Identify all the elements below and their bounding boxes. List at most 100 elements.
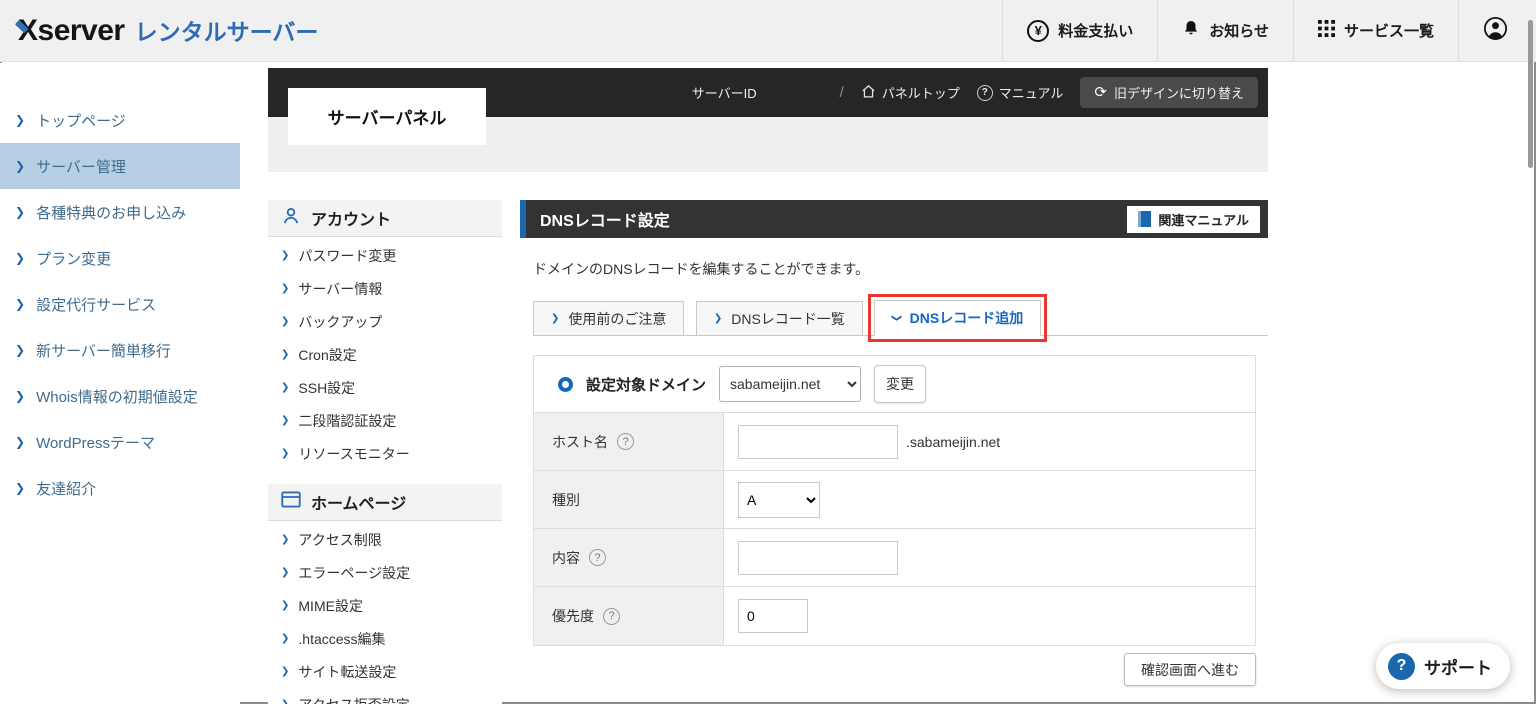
content-label: 内容 [552,549,580,566]
manual-link[interactable]: ? マニュアル [976,83,1064,102]
menu-item-site-redirect[interactable]: サイト転送設定 [268,655,502,688]
sidebar-item-label: WordPressテーマ [36,434,155,452]
priority-input[interactable] [738,599,808,633]
chevron-right-icon [281,535,289,545]
chevron-right-icon [714,314,722,324]
help-icon[interactable]: ? [603,607,620,625]
services-menu-item[interactable]: サービス一覧 [1292,0,1458,61]
radio-dot-icon [558,376,573,392]
services-label: サービス一覧 [1343,23,1434,40]
help-icon[interactable]: ? [589,549,606,566]
content-input[interactable] [738,540,898,575]
menu-item-mime[interactable]: MIME設定 [268,589,502,622]
support-button[interactable]: ? サポート [1376,643,1510,689]
chevron-right-icon [281,568,289,578]
sidebar-item-setup-agency[interactable]: 設定代行サービス [0,281,240,327]
payment-label: 料金支払い [1058,23,1134,40]
hostname-label: ホスト名 [552,433,608,450]
related-manual-label: 関連マニュアル [1158,212,1249,228]
chevron-right-icon [281,449,289,459]
change-domain-button[interactable]: 変更 [874,365,927,403]
chevron-right-icon [281,667,289,677]
header-menu: ¥ 料金支払い お知らせ サービス一覧 [1002,0,1536,61]
tab-dns-record-list[interactable]: DNSレコード一覧 [695,301,863,336]
menu-item-two-factor[interactable]: 二段階認証設定 [268,404,502,437]
logo-service-name: レンタルサーバー [134,19,319,45]
xserver-logo[interactable]: Xserver レンタルサーバー [18,13,318,48]
sidebar-item-referral[interactable]: 友達紹介 [0,465,240,511]
chevron-right-icon [15,252,25,264]
bell-icon [1182,19,1200,42]
top-header: Xserver レンタルサーバー ¥ 料金支払い お知らせ サービス一覧 [0,0,1536,62]
payment-menu-item[interactable]: ¥ 料金支払い [1002,0,1157,61]
priority-row: 優先度 ? [534,587,1255,645]
account-menu-item[interactable] [1458,0,1536,61]
related-manual-button[interactable]: 関連マニュアル [1127,205,1260,233]
target-domain-row: 設定対象ドメイン sabameijin.net 変更 [534,356,1255,413]
switch-old-design-label: 旧デザインに切り替え [1113,86,1244,101]
sidebar-item-whois[interactable]: Whois情報の初期値設定 [0,373,240,419]
grid-icon [1317,20,1335,41]
menu-item-resource-monitor[interactable]: リソースモニター [268,437,502,470]
menu-item-server-info[interactable]: サーバー情報 [268,272,502,305]
menu-item-error-page[interactable]: エラーページ設定 [268,556,502,589]
menu-item-ssh[interactable]: SSH設定 [268,371,502,404]
sidebar-item-server-management[interactable]: サーバー管理 [0,143,240,189]
chevron-right-icon [15,298,25,310]
menu-item-access-restriction[interactable]: アクセス制限 [268,523,502,556]
account-section-items: パスワード変更 サーバー情報 バックアップ Cron設定 SSH設定 二段階認証… [268,237,502,470]
menu-item-cron[interactable]: Cron設定 [268,338,502,371]
manual-label: マニュアル [998,86,1064,101]
home-icon [861,84,876,102]
chevron-right-icon [281,383,289,393]
switch-old-design-button[interactable]: ⟳ 旧デザインに切り替え [1080,77,1258,108]
target-domain-select[interactable]: sabameijin.net [719,366,862,402]
main-content: DNSレコード設定 関連マニュアル ドメインのDNSレコードを編集することができ… [520,200,1268,686]
chevron-right-icon [281,317,289,327]
notifications-menu-item[interactable]: お知らせ [1157,0,1293,61]
chevron-right-icon [281,350,289,360]
record-type-label: 種別 [552,491,580,508]
tab-precautions[interactable]: 使用前のご注意 [533,301,685,336]
sidebar-item-label: 新サーバー簡単移行 [36,342,171,360]
menu-item-backup[interactable]: バックアップ [268,305,502,338]
menu-item-password-change[interactable]: パスワード変更 [268,239,502,272]
server-id-label: サーバーID [691,86,757,101]
account-section-header: アカウント [268,200,502,237]
question-circle-icon: ? [976,84,993,101]
panel-top-link[interactable]: パネルトップ [861,83,960,102]
sidebar-item-label: Whois情報の初期値設定 [36,388,198,406]
chevron-right-icon [15,160,25,172]
panel-top-label: パネルトップ [881,86,960,101]
menu-item-access-deny[interactable]: アクセス拒否設定 [268,688,502,704]
person-icon [281,206,301,231]
priority-label: 優先度 [552,608,594,624]
panel-menu: アカウント パスワード変更 サーバー情報 バックアップ Cron設定 SSH設定… [268,200,502,704]
sidebar-item-label: 設定代行サービス [36,296,157,314]
sidebar-item-plan-change[interactable]: プラン変更 [0,235,240,281]
chevron-right-icon [281,284,289,294]
page-title-bar: DNSレコード設定 関連マニュアル [520,200,1268,238]
hostname-input[interactable] [738,424,898,459]
chevron-right-icon [281,251,289,261]
record-type-row: 種別 A [534,471,1255,529]
chevron-right-icon [15,114,25,126]
book-icon [1138,211,1152,227]
chevron-right-icon [281,416,289,426]
sidebar-item-server-migration[interactable]: 新サーバー簡単移行 [0,327,240,373]
sidebar-item-benefits[interactable]: 各種特典のお申し込み [0,189,240,235]
help-icon[interactable]: ? [617,433,634,450]
vertical-scrollbar[interactable] [1528,20,1533,168]
sidebar-item-top-page[interactable]: トップページ [0,97,240,143]
form-actions: 確認画面へ進む [533,653,1256,686]
confirm-button[interactable]: 確認画面へ進む [1124,653,1256,686]
chevron-right-icon [281,634,289,644]
menu-item-htaccess[interactable]: .htaccess編集 [268,622,502,655]
tab-dns-record-add[interactable]: DNSレコード追加 [868,294,1048,342]
support-label: サポート [1424,658,1492,678]
sidebar-item-wordpress-theme[interactable]: WordPressテーマ [0,419,240,465]
record-type-select[interactable]: A [738,481,820,518]
tab-bar: 使用前のご注意 DNSレコード一覧 DNSレコード追加 [533,294,1268,342]
refresh-icon: ⟳ [1094,84,1107,101]
sidebar-item-label: トップページ [36,112,126,130]
